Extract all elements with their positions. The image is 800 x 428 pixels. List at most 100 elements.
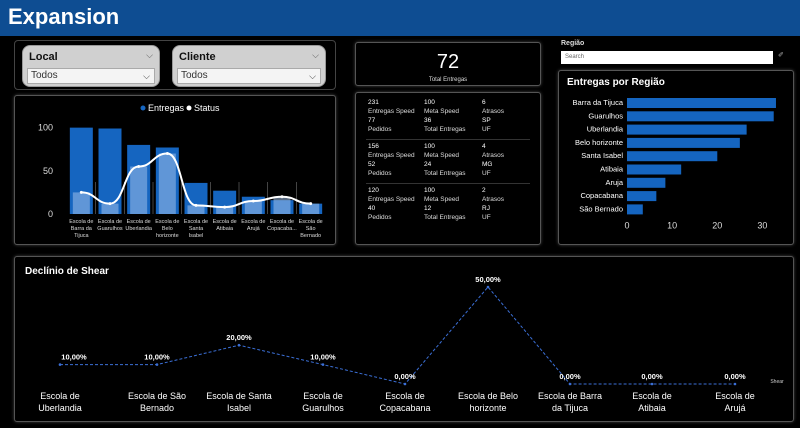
x-tick-label: São: [306, 226, 316, 232]
local-filter-label: Local: [29, 51, 58, 63]
chevron-down-icon[interactable]: ⌵: [312, 50, 319, 61]
chart-title: Declínio de Shear: [25, 266, 109, 277]
category-label: Uberlandia: [587, 125, 624, 134]
data-label: 20,00%: [226, 333, 252, 342]
shear-point: [237, 343, 241, 347]
x-tick-label: Bernado: [300, 233, 321, 239]
matrix-value: 12: [424, 205, 432, 212]
status-point: [79, 190, 83, 194]
x-tick-label: Escola de: [40, 391, 80, 401]
x-tick-label: Escola de: [213, 219, 237, 225]
matrix-label: UF: [482, 169, 491, 177]
matrix-value: 40: [368, 205, 376, 212]
category-label: Barra da Tijuca: [573, 98, 624, 107]
shear-point: [321, 363, 325, 366]
category-label: Guarulhos: [588, 111, 623, 120]
region-bar: [627, 151, 718, 162]
cliente-filter-label: Cliente: [179, 51, 216, 63]
status-point: [165, 152, 169, 156]
region-bar: [627, 111, 774, 122]
local-filter[interactable]: Local ⌵ Todos ⌵: [22, 45, 160, 87]
x-tick-label: Belo: [162, 226, 173, 232]
x-tick-label: Escola de: [69, 219, 93, 225]
matrix-value: SP: [482, 117, 491, 124]
data-label: 50,00%: [475, 275, 501, 284]
matrix-value: 36: [424, 117, 432, 124]
status-bar: [273, 196, 291, 214]
matrix-label: Pedidos: [368, 169, 392, 177]
search-input[interactable]: Search: [561, 51, 773, 64]
matrix-label: Atrasos: [482, 107, 505, 115]
x-tick-label: Escola de: [127, 219, 151, 225]
x-tick-label: Atibaia: [216, 226, 234, 232]
status-point: [223, 205, 227, 209]
x-tick-label: 30: [757, 221, 767, 231]
x-tick-label: Arujá: [247, 226, 261, 232]
dropdown-arrow-icon[interactable]: ⌵: [143, 69, 150, 83]
matrix-cell-uf: MG UF: [482, 161, 492, 178]
y-tick-label: 0: [48, 209, 53, 219]
shear-point: [568, 382, 572, 386]
entregas-regiao-chart: Entregas por Região Barra da Tijuca Guarul…: [567, 77, 776, 231]
x-tick-label: Escola de: [715, 391, 755, 401]
matrix-cell-pedidos: 77 Pedidos: [368, 117, 392, 134]
matrix-value: 100: [424, 99, 435, 106]
matrix-value: 6: [482, 99, 486, 106]
status-point: [309, 202, 313, 206]
data-label: 10,00%: [61, 353, 87, 362]
category-label: Belo horizonte: [575, 138, 623, 147]
matrix-cell-uf: SP UF: [482, 117, 491, 134]
x-tick-label: Escola de São: [128, 391, 186, 401]
chevron-down-icon[interactable]: ⌵: [146, 50, 153, 61]
eraser-icon[interactable]: ✐: [778, 51, 784, 59]
local-select[interactable]: Todos ⌵: [27, 68, 155, 84]
region-bar: [627, 164, 682, 175]
status-point: [137, 165, 141, 168]
x-tick-label: Escola de: [385, 391, 425, 401]
matrix-divider: [366, 139, 530, 140]
matrix-cell-atrasos: 2 Atrasos: [482, 187, 504, 204]
matrix-label: Meta Speed: [424, 107, 460, 115]
matrix-cell-total_entregas: 12 Total Entregas: [424, 205, 466, 222]
matrix-cell-meta_speed: 100 Meta Speed: [424, 143, 459, 160]
x-tick-label: Escola de: [241, 219, 265, 225]
x-tick-label: Escola de Barra: [538, 391, 602, 401]
x-tick-label: Escola de Santa: [206, 391, 272, 401]
x-tick-label: Escola de Belo: [458, 391, 518, 401]
region-bar: [627, 124, 747, 135]
matrix-cell-uf: RJ UF: [482, 205, 491, 222]
entregas-regiao-panel: Entregas por Região Barra da Tijuca Guarul…: [558, 70, 794, 245]
matrix-value: 4: [482, 143, 486, 150]
x-tick-label: horizonte: [156, 233, 179, 239]
data-label: 10,00%: [144, 353, 170, 362]
region-bar: [627, 137, 740, 148]
matrix-value: 100: [424, 143, 435, 150]
matrix-label: Total Entregas: [424, 169, 466, 177]
x-tick-label: da Tijuca: [552, 403, 588, 413]
legend-entregas-marker: [140, 105, 146, 111]
x-tick-label: 0: [624, 221, 629, 231]
matrix-cell-entregas_speed: 231 Entregas Speed: [368, 99, 415, 116]
matrix-cell-total_entregas: 36 Total Entregas: [424, 117, 466, 134]
x-tick-label: Barra da: [71, 226, 93, 232]
matrix-cell-entregas_speed: 120 Entregas Speed: [368, 187, 415, 204]
matrix-cell-atrasos: 6 Atrasos: [482, 99, 504, 116]
matrix-value: RJ: [482, 205, 490, 212]
shear-point: [650, 382, 654, 386]
dropdown-arrow-icon[interactable]: ⌵: [309, 69, 316, 83]
status-point: [108, 202, 112, 206]
shear-line: [60, 286, 735, 385]
matrix-cell-pedidos: 52 Pedidos: [368, 161, 392, 178]
x-tick-label: Tijuca: [74, 233, 89, 239]
cliente-select-value: Todos: [181, 70, 208, 81]
x-tick-label: Atibaia: [638, 403, 666, 413]
kpi-card: 72 Total Entregas: [355, 42, 541, 86]
shear-point: [733, 382, 737, 386]
x-tick-label: Escola de: [299, 219, 323, 225]
matrix-value: 24: [424, 161, 432, 168]
cliente-filter[interactable]: Cliente ⌵ Todos ⌵: [172, 45, 326, 87]
matrix-label: Pedidos: [368, 125, 392, 133]
cliente-select[interactable]: Todos ⌵: [177, 68, 321, 84]
status-bar: [101, 203, 119, 214]
category-label: Copacabana: [580, 191, 623, 200]
